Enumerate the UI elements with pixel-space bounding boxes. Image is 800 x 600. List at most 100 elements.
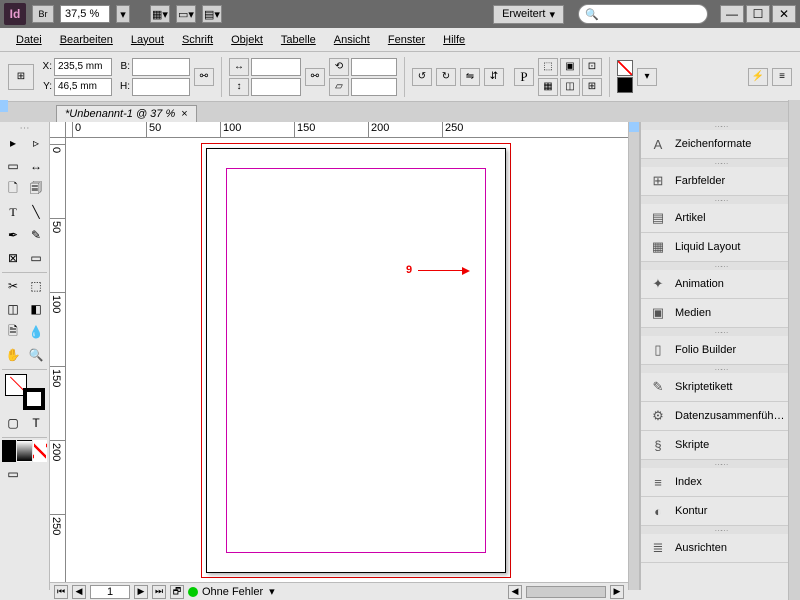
screen-mode-icon[interactable]: ▭▾	[176, 5, 196, 23]
constrain-proportions-icon[interactable]: ⚯	[194, 68, 214, 86]
flip-h-icon[interactable]: ⇋	[460, 68, 480, 86]
rectangle-frame-tool[interactable]: ⊠	[2, 247, 24, 269]
control-menu-icon[interactable]: ≡	[772, 68, 792, 86]
canvas-content[interactable]: 9	[66, 138, 628, 590]
zoom-field[interactable]: 37,5 %	[60, 5, 110, 23]
panel-dock-handle[interactable]	[628, 122, 640, 590]
content-placer-tool[interactable]: 🗐	[25, 178, 47, 200]
rotate-ccw-icon[interactable]: ↺	[412, 68, 432, 86]
height-input[interactable]	[132, 78, 190, 96]
rectangle-tool[interactable]: ▭	[25, 247, 47, 269]
panel-grip[interactable]	[641, 262, 800, 270]
stroke-indicator[interactable]	[23, 388, 45, 410]
page-number-field[interactable]: 1	[90, 585, 130, 599]
menu-bearbeiten[interactable]: Bearbeiten	[52, 30, 121, 50]
panel-skripte[interactable]: §Skripte	[641, 431, 800, 460]
left-collapse-handle[interactable]	[0, 100, 8, 112]
apply-none-icon[interactable]	[33, 440, 47, 462]
first-page-button[interactable]: ⏮	[54, 585, 68, 599]
menu-datei[interactable]: Datei	[8, 30, 50, 50]
canvas-area[interactable]: 0 50 100 150 200 250 0 50 100 150 200 25…	[50, 122, 628, 590]
panel-grip[interactable]	[641, 365, 800, 373]
menu-tabelle[interactable]: Tabelle	[273, 30, 324, 50]
panel-animation[interactable]: ✦Animation	[641, 270, 800, 299]
constrain-scale-icon[interactable]: ⚯	[305, 68, 325, 86]
vertical-ruler[interactable]: 0 50 100 150 200 250	[50, 138, 66, 590]
scroll-left-button[interactable]: ◀	[508, 585, 522, 599]
scale-x-input[interactable]	[251, 58, 301, 76]
note-tool[interactable]: 🗎	[2, 321, 24, 343]
apply-color-icon[interactable]	[2, 440, 16, 462]
formatting-container-icon[interactable]: ▢	[2, 412, 24, 434]
zoom-dropdown[interactable]: ▾	[116, 5, 130, 23]
panel-grip[interactable]	[641, 328, 800, 336]
maximize-button[interactable]: ☐	[746, 5, 770, 23]
quick-apply-icon[interactable]: ⚡	[748, 68, 768, 86]
panel-medien[interactable]: ▣Medien	[641, 299, 800, 328]
menu-layout[interactable]: Layout	[123, 30, 172, 50]
panel-grip[interactable]	[641, 122, 800, 130]
x-input[interactable]: 235,5 mm	[54, 58, 112, 76]
panel-kontur[interactable]: ◐Kontur	[641, 497, 800, 526]
toolbox-grip[interactable]	[2, 124, 47, 132]
panel-grip[interactable]	[641, 526, 800, 534]
document-tab[interactable]: *Unbenannt-1 @ 37 % ×	[56, 105, 197, 122]
shear-input[interactable]	[351, 78, 397, 96]
panel-ausrichten[interactable]: ≣Ausrichten	[641, 534, 800, 563]
close-button[interactable]: ✕	[772, 5, 796, 23]
tab-close-icon[interactable]: ×	[181, 108, 187, 120]
gradient-feather-tool[interactable]: ◧	[25, 298, 47, 320]
stroke-swatch[interactable]	[617, 77, 633, 93]
formatting-text-icon[interactable]: T	[25, 412, 47, 434]
selection-tool[interactable]: ▸	[2, 132, 24, 154]
panel-grip[interactable]	[641, 196, 800, 204]
view-options-icon[interactable]: ▦▾	[150, 5, 170, 23]
menu-hilfe[interactable]: Hilfe	[435, 30, 473, 50]
zoom-tool[interactable]: 🔍	[25, 344, 47, 366]
bridge-button[interactable]: Br	[32, 5, 54, 23]
apply-gradient-icon[interactable]	[17, 440, 31, 462]
open-navigator-button[interactable]: 🗗	[170, 585, 184, 599]
fit-content-icon[interactable]: ⬚	[538, 58, 558, 76]
arrange-docs-icon[interactable]: ▤▾	[202, 5, 222, 23]
menu-objekt[interactable]: Objekt	[223, 30, 271, 50]
scale-y-input[interactable]	[251, 78, 301, 96]
flip-v-icon[interactable]: ⇵	[484, 68, 504, 86]
next-page-button[interactable]: ▶	[134, 585, 148, 599]
panel-datenzusammenfuehrung[interactable]: ⚙Datenzusammenfüh…	[641, 402, 800, 431]
panel-grip[interactable]	[641, 159, 800, 167]
workspace-selector[interactable]: Erweitert▾	[493, 5, 564, 24]
menu-fenster[interactable]: Fenster	[380, 30, 433, 50]
menu-ansicht[interactable]: Ansicht	[326, 30, 378, 50]
fill-frame-icon[interactable]: ▦	[538, 78, 558, 96]
select-container-icon[interactable]: P	[514, 68, 534, 86]
pencil-tool[interactable]: ✎	[25, 224, 47, 246]
scissors-tool[interactable]: ✂	[2, 275, 24, 297]
fill-swatch[interactable]	[617, 60, 633, 76]
horizontal-scrollbar[interactable]	[526, 586, 606, 598]
auto-fit-icon[interactable]: ⊞	[582, 78, 602, 96]
horizontal-ruler[interactable]: 0 50 100 150 200 250	[66, 122, 628, 138]
minimize-button[interactable]: —	[720, 5, 744, 23]
width-input[interactable]	[132, 58, 190, 76]
search-input[interactable]: 🔍	[578, 4, 708, 24]
y-input[interactable]: 46,5 mm	[54, 78, 112, 96]
panel-artikel[interactable]: ▤Artikel	[641, 204, 800, 233]
fill-stroke-control[interactable]	[3, 374, 47, 410]
gap-tool[interactable]: ↔	[25, 155, 47, 177]
fit-prop-icon[interactable]: ◫	[560, 78, 580, 96]
menu-schrift[interactable]: Schrift	[174, 30, 221, 50]
hand-tool[interactable]: ✋	[2, 344, 24, 366]
view-mode-icon[interactable]: ▭	[2, 463, 24, 485]
ruler-origin[interactable]	[50, 122, 66, 138]
content-collector-tool[interactable]: 🗋	[2, 178, 24, 200]
type-tool[interactable]: T	[2, 201, 24, 223]
stroke-weight-dropdown[interactable]: ▾	[637, 68, 657, 86]
panel-liquid-layout[interactable]: ▦Liquid Layout	[641, 233, 800, 262]
eyedropper-tool[interactable]: 💧	[25, 321, 47, 343]
center-content-icon[interactable]: ⊡	[582, 58, 602, 76]
scroll-right-button[interactable]: ▶	[610, 585, 624, 599]
panel-grip[interactable]	[641, 460, 800, 468]
panel-index[interactable]: ≡Index	[641, 468, 800, 497]
last-page-button[interactable]: ⏭	[152, 585, 166, 599]
